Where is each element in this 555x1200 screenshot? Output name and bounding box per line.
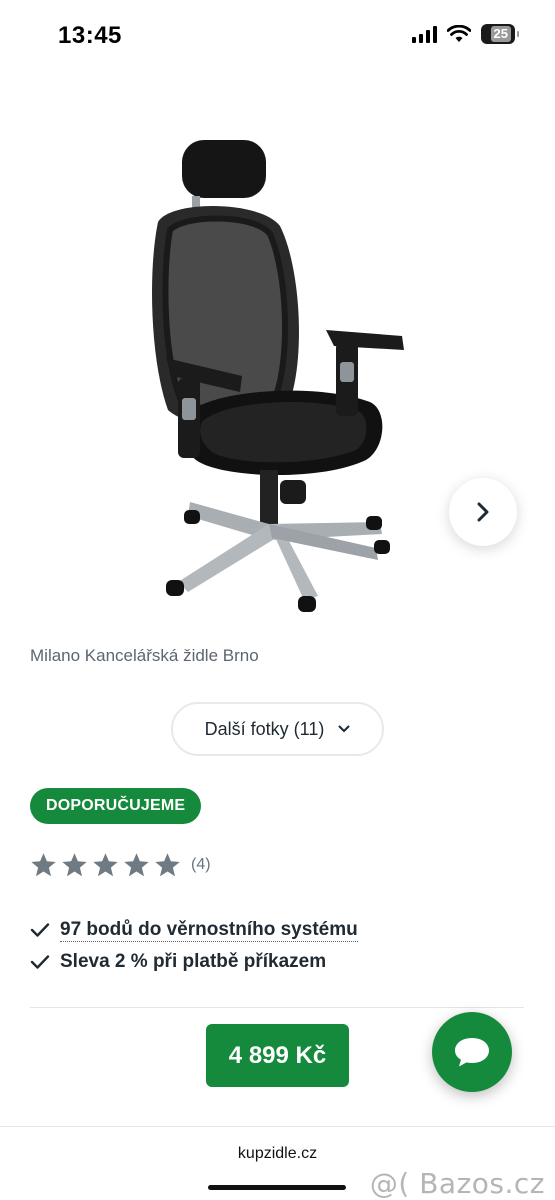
rating[interactable]: (4): [30, 852, 211, 878]
recommended-badge: DOPORUČUJEME: [30, 788, 202, 824]
browser-bottom-bar: kupzidle.cz @( Bazos.cz: [0, 1126, 555, 1200]
benefit-text[interactable]: 97 bodů do věrnostního systému: [60, 919, 358, 942]
status-time: 13:45: [58, 22, 122, 49]
benefit-text: Sleva 2 % při platbě příkazem: [60, 951, 327, 972]
wifi-icon: [447, 25, 471, 42]
chat-button[interactable]: [432, 1012, 512, 1092]
rating-count: (4): [191, 856, 211, 873]
more-photos-button[interactable]: Další fotky (11): [171, 702, 384, 756]
star-icon: [31, 853, 56, 877]
benefits-list: 97 bodů do věrnostního systému Sleva 2 %…: [30, 914, 358, 978]
benefit-loyalty-points[interactable]: 97 bodů do věrnostního systému: [30, 914, 358, 946]
watermark: @( Bazos.cz: [369, 1167, 545, 1200]
battery-level: 25: [490, 26, 511, 42]
check-icon: [30, 923, 50, 937]
more-photos-label: Další fotky (11): [204, 718, 325, 739]
benefit-discount: Sleva 2 % při platbě příkazem: [30, 946, 358, 978]
chair-photo: [152, 140, 404, 612]
product-gallery[interactable]: [0, 110, 555, 640]
image-caption: Milano Kancelářská židle Brno: [30, 646, 259, 665]
star-icon: [124, 853, 149, 877]
status-bar: 13:45 25: [0, 0, 555, 75]
star-icon: [93, 853, 118, 877]
chevron-right-icon: [477, 502, 489, 522]
star-icon: [155, 853, 180, 877]
price: 4 899 Kč: [206, 1024, 349, 1087]
url-bar[interactable]: kupzidle.cz: [0, 1145, 555, 1163]
divider: [30, 1007, 524, 1008]
star-icon: [62, 853, 87, 877]
status-icons: 25: [412, 24, 519, 44]
check-icon: [30, 955, 50, 969]
next-image-button[interactable]: [449, 478, 517, 546]
chevron-down-icon: [338, 725, 350, 732]
home-indicator[interactable]: [208, 1185, 346, 1190]
chat-icon: [455, 1038, 489, 1067]
signal-icon: [412, 25, 437, 43]
battery-icon: 25: [481, 24, 519, 44]
